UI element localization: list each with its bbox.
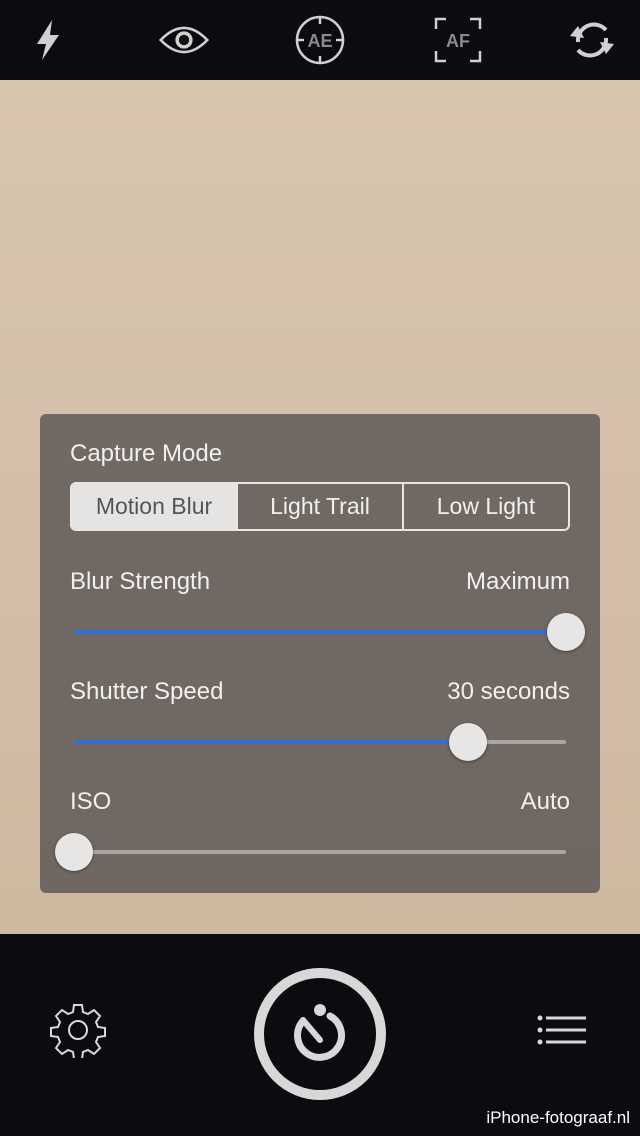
list-icon [537,1015,586,1045]
af-lock-icon: AF [434,17,482,63]
bottom-toolbar: iPhone-fotograaf.nl [0,934,640,1136]
capture-mode-label: Capture Mode [70,440,223,467]
shutter-speed-fill [74,740,468,744]
shutter-button[interactable] [254,968,386,1100]
flash-icon [37,20,59,60]
blur-strength-slider[interactable] [74,613,585,651]
settings-button[interactable] [50,1002,106,1063]
eye-button[interactable] [159,16,209,64]
iso-slider[interactable] [55,833,566,871]
blur-strength-fill [74,630,566,634]
iso-label: ISO [70,788,112,815]
capture-mode-segmented-control: Motion Blur Light Trail Low Light [70,482,570,531]
menu-button[interactable] [536,1012,588,1053]
flash-button[interactable] [23,16,73,64]
ae-lock-icon: AE [295,15,345,65]
mode-light-trail[interactable]: Light Trail [236,484,402,529]
mode-low-light[interactable]: Low Light [402,484,568,529]
shutter-speed-slider[interactable] [74,723,566,761]
eye-icon [159,26,209,54]
ae-label: AE [307,31,332,51]
blur-strength-thumb[interactable] [547,613,585,651]
ae-button[interactable]: AE [295,15,345,65]
blur-strength-value: Maximum [465,568,570,595]
shutter-speed-value: 30 seconds [447,678,570,705]
watermark: iPhone-fotograaf.nl [486,1108,630,1127]
capture-settings-panel: Capture Mode Motion Blur Light Trail Low… [40,414,600,893]
af-button[interactable]: AF [433,16,483,64]
top-toolbar: AE AF [0,0,640,80]
shutter-speed-thumb[interactable] [448,723,487,761]
switch-camera-button[interactable] [567,16,617,64]
blur-strength-label: Blur Strength [70,568,211,595]
mode-motion-blur[interactable]: Motion Blur [72,484,236,529]
iso-value: Auto [520,788,570,815]
timer-icon [294,1004,345,1061]
af-label: AF [446,31,470,51]
switch-camera-icon [570,22,614,58]
shutter-speed-label: Shutter Speed [70,678,224,705]
gear-icon [50,1004,106,1060]
iso-thumb[interactable] [55,833,93,871]
